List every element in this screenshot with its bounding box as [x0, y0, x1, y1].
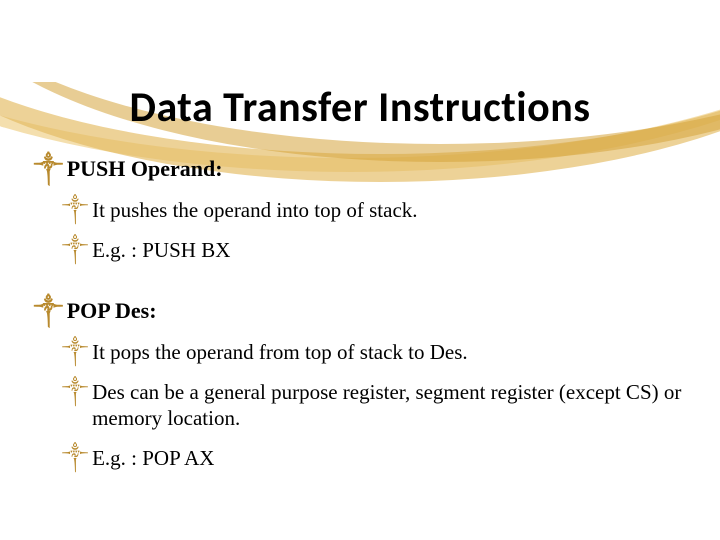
bullet-icon: ༒	[62, 339, 88, 363]
bullet-text: It pops the operand from top of stack to…	[92, 339, 468, 365]
slide-title: Data Transfer Instructions	[28, 82, 692, 133]
bullet-level2: ༒ E.g. : POP AX	[28, 445, 692, 471]
bullet-icon: ༒	[34, 155, 63, 181]
bullet-text: E.g. : PUSH BX	[92, 237, 230, 263]
bullet-level2: ༒ It pushes the operand into top of stac…	[28, 197, 692, 223]
bullet-icon: ༒	[62, 237, 88, 261]
bullet-icon: ༒	[62, 379, 88, 403]
bullet-text: Des can be a general purpose register, s…	[92, 379, 692, 432]
bullet-icon: ༒	[62, 197, 88, 221]
bullet-text: E.g. : POP AX	[92, 445, 214, 471]
bullet-level2: ༒ It pops the operand from top of stack …	[28, 339, 692, 365]
bullet-text: It pushes the operand into top of stack.	[92, 197, 417, 223]
bullet-level1: ༒ PUSH Operand:	[28, 155, 692, 183]
bullet-level2: ༒ E.g. : PUSH BX	[28, 237, 692, 263]
slide-content: Data Transfer Instructions ༒ PUSH Operan…	[0, 82, 720, 472]
bullet-icon: ༒	[62, 445, 88, 469]
bullet-level1: ༒ POP Des:	[28, 297, 692, 325]
bullet-level2: ༒ Des can be a general purpose register,…	[28, 379, 692, 432]
bullet-text: POP Des:	[67, 297, 157, 325]
bullet-icon: ༒	[34, 297, 63, 323]
bullet-text: PUSH Operand:	[67, 155, 223, 183]
